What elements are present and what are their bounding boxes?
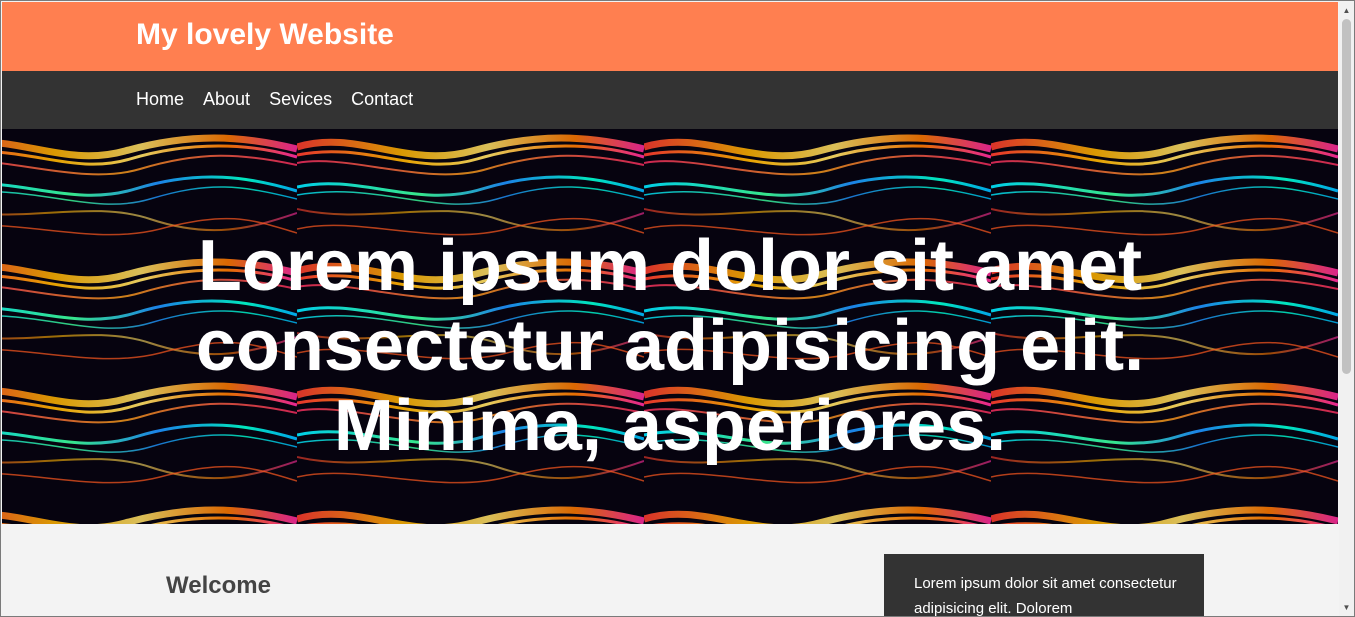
site-header: My lovely Website [2, 2, 1338, 71]
hero-wave-tile [644, 501, 991, 524]
browser-frame: My lovely Website Home About Sevices Con… [0, 0, 1355, 617]
arrow-up-icon[interactable]: ▲ [1339, 3, 1354, 17]
nav-link-home[interactable]: Home [136, 89, 184, 109]
main-nav: Home About Sevices Contact [2, 71, 1338, 129]
hero-banner: Lorem ipsum dolor sit amet consectetur a… [2, 129, 1338, 524]
vertical-scrollbar[interactable]: ▲ ▼ [1339, 2, 1354, 616]
welcome-heading: Welcome [166, 572, 271, 599]
sidebar-box: Lorem ipsum dolor sit amet consectetur a… [884, 554, 1204, 616]
page-viewport: My lovely Website Home About Sevices Con… [2, 2, 1338, 616]
hero-wave-tile [2, 501, 297, 524]
nav-link-about[interactable]: About [203, 89, 250, 109]
arrow-down-icon[interactable]: ▼ [1339, 600, 1354, 614]
hero-wave-tile [297, 501, 644, 524]
nav-link-contact[interactable]: Contact [351, 89, 413, 109]
sidebar-text: Lorem ipsum dolor sit amet consectetur a… [914, 575, 1177, 616]
hero-wave-tile [991, 501, 1338, 524]
scrollbar-thumb[interactable] [1342, 19, 1351, 374]
site-title: My lovely Website [136, 18, 394, 51]
nav-list: Home About Sevices Contact [136, 88, 432, 110]
hero-title: Lorem ipsum dolor sit amet consectetur a… [195, 226, 1145, 466]
nav-link-services[interactable]: Sevices [269, 89, 332, 109]
